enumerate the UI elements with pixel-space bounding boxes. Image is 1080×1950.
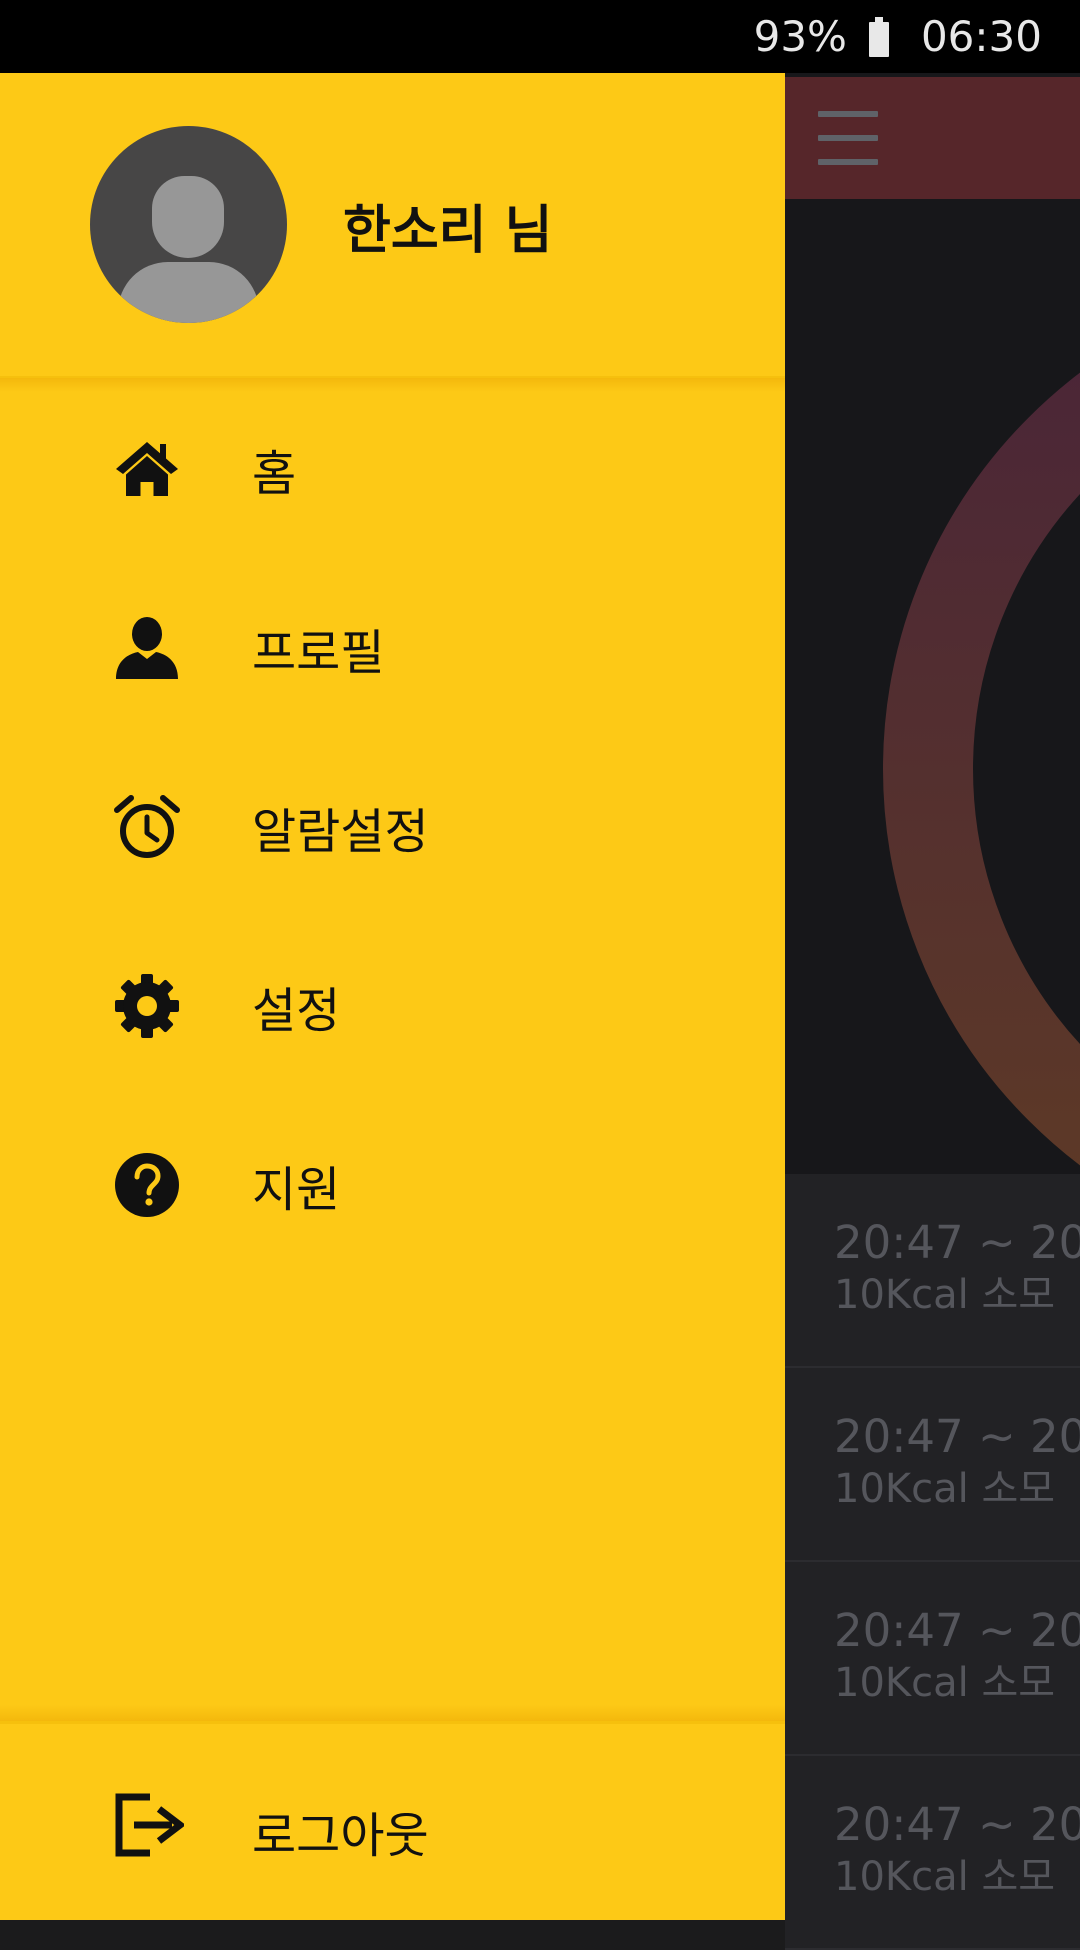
menu-item-label: 설정 [252, 982, 341, 1039]
person-icon [116, 616, 178, 679]
activity-kcal: 10Kcal 소모 [834, 1466, 1056, 1512]
list-item[interactable]: 20:47 ~ 20:56 10Kcal 소모 [785, 1562, 1080, 1756]
progress-ring-arc [883, 372, 1080, 1166]
gear-icon [115, 973, 179, 1038]
home-icon [116, 441, 178, 496]
activity-kcal: 10Kcal 소모 [834, 1272, 1056, 1318]
activity-time: 20:47 ~ 20:56 [834, 1604, 1080, 1657]
menu-item-profile[interactable]: 프로필 [0, 558, 785, 737]
logout-label: 로그아웃 [252, 1808, 429, 1864]
menu-item-label: 홈 [252, 445, 297, 502]
list-item[interactable]: 20:47 ~ 20:56 10Kcal 소모 [785, 1756, 1080, 1950]
list-item[interactable]: 20:47 ~ 20:56 10Kcal 소모 [785, 1368, 1080, 1562]
menu-item-label: 알람설정 [252, 803, 429, 860]
battery-icon [868, 16, 889, 57]
drawer-menu: 홈 프로필 알람설정 설정 지원 [0, 379, 785, 1274]
activity-list: 20:47 ~ 20:56 10Kcal 소모 20:47 ~ 20:56 10… [785, 1174, 1080, 1950]
activity-kcal: 10Kcal 소모 [834, 1854, 1056, 1900]
battery-percent: 93% [753, 12, 847, 61]
status-time: 06:30 [920, 12, 1042, 61]
menu-item-settings[interactable]: 설정 [0, 916, 785, 1095]
menu-item-label: 프로필 [252, 624, 385, 681]
hamburger-menu-icon[interactable] [818, 111, 878, 165]
drawer-header: 한소리 님 [0, 73, 785, 392]
menu-item-label: 지원 [252, 1161, 341, 1218]
activity-time: 20:47 ~ 20:56 [834, 1216, 1080, 1269]
list-item[interactable]: 20:47 ~ 20:56 10Kcal 소모 [785, 1174, 1080, 1368]
activity-kcal: 10Kcal 소모 [834, 1660, 1056, 1706]
drawer-footer: 로그아웃 [0, 1705, 785, 1920]
menu-item-support[interactable]: 지원 [0, 1095, 785, 1274]
user-name: 한소리 님 [343, 201, 553, 261]
menu-item-home[interactable]: 홈 [0, 379, 785, 558]
person-avatar-icon[interactable] [90, 126, 287, 323]
alarm-clock-icon [114, 794, 180, 858]
menu-item-alarm[interactable]: 알람설정 [0, 737, 785, 916]
navigation-drawer: 한소리 님 홈 프로필 알람설정 설정 지원 로그아웃 [0, 73, 785, 1920]
activity-time: 20:47 ~ 20:56 [834, 1410, 1080, 1463]
logout-icon [115, 1793, 184, 1857]
help-icon [115, 1152, 179, 1217]
status-bar: 93% 06:30 [0, 0, 1080, 73]
activity-time: 20:47 ~ 20:56 [834, 1798, 1080, 1851]
